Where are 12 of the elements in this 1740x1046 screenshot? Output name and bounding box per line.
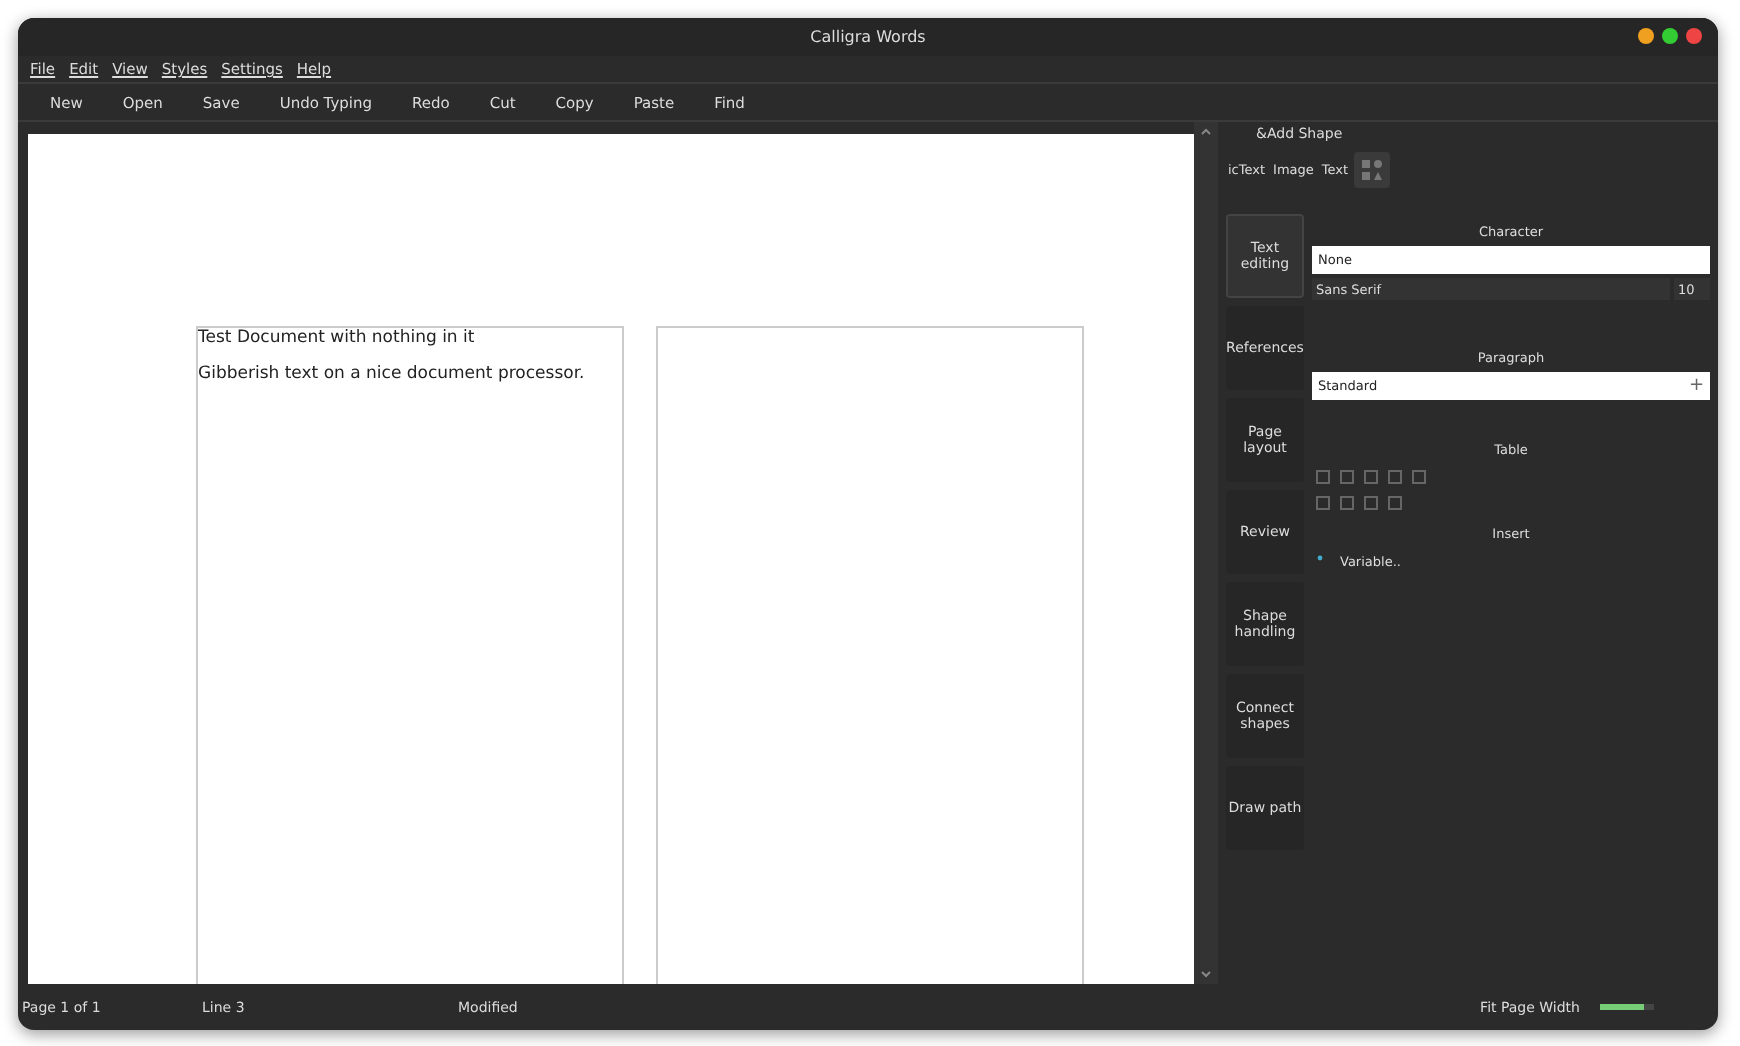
- minimize-button[interactable]: [1638, 28, 1654, 44]
- scroll-up-icon[interactable]: [1200, 126, 1212, 138]
- maximize-button[interactable]: [1662, 28, 1678, 44]
- shapes-icon[interactable]: [1354, 152, 1391, 188]
- window-title: Calligra Words: [810, 28, 926, 46]
- add-style-button[interactable]: +: [1688, 376, 1704, 396]
- vertical-scrollbar[interactable]: [1194, 122, 1218, 984]
- scroll-down-icon[interactable]: [1200, 968, 1212, 980]
- document-text: Gibberish text on a nice document processor.: [198, 364, 587, 384]
- close-button[interactable]: [1686, 28, 1702, 44]
- zoom-slider[interactable]: [1600, 1004, 1654, 1010]
- document-text: Test Document with nothing in it: [198, 328, 477, 348]
